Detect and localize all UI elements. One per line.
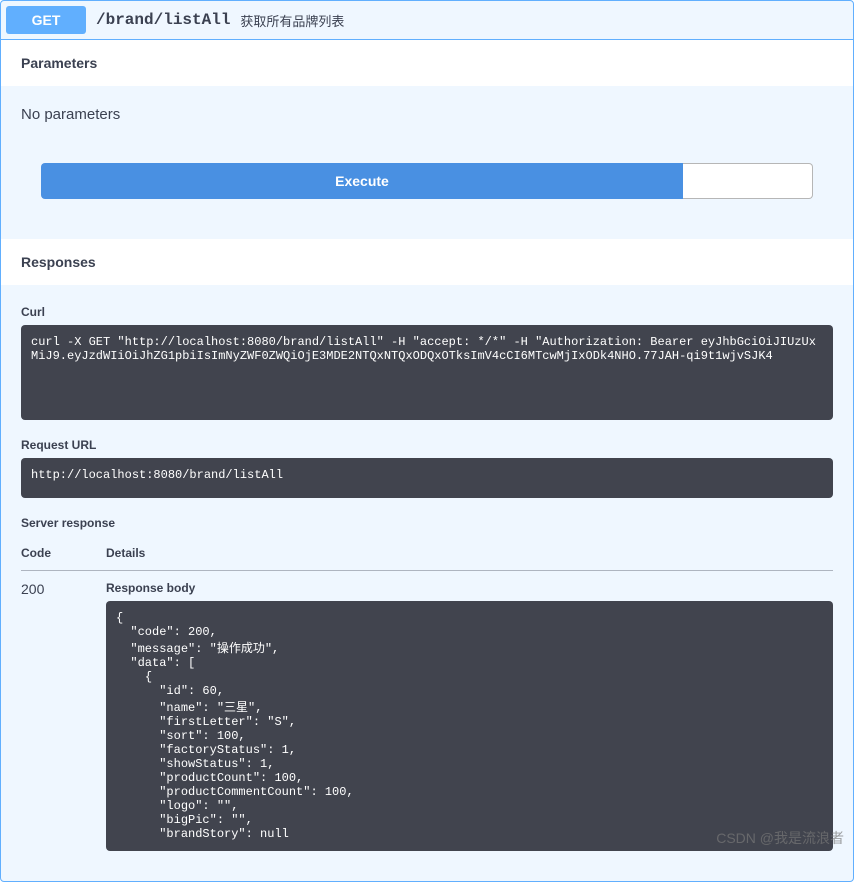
http-method-badge: GET [6,6,86,34]
parameters-title: Parameters [21,55,97,71]
response-body-label: Response body [106,581,833,595]
curl-label: Curl [21,305,833,319]
responses-header: Responses [1,239,853,285]
parameters-body: No parameters Execute [1,86,853,239]
no-parameters-text: No parameters [21,106,833,123]
operation-summary[interactable]: GET /brand/listAll 获取所有品牌列表 [1,1,853,40]
endpoint-path: /brand/listAll [86,11,240,29]
col-header-details: Details [106,536,833,571]
curl-section: Curl curl -X GET "http://localhost:8080/… [21,305,833,420]
operation-block: GET /brand/listAll 获取所有品牌列表 Parameters N… [0,0,854,882]
response-details-cell: Response body { "code": 200, "message": … [106,571,833,862]
clear-button[interactable] [683,163,813,199]
execute-button[interactable]: Execute [41,163,683,199]
curl-command[interactable]: curl -X GET "http://localhost:8080/brand… [21,325,833,420]
col-header-code: Code [21,536,106,571]
responses-inner: Curl curl -X GET "http://localhost:8080/… [1,285,853,881]
responses-title: Responses [21,254,96,270]
response-table: Code Details 200 Response body { "code":… [21,536,833,861]
request-url-section: Request URL http://localhost:8080/brand/… [21,438,833,498]
response-body[interactable]: { "code": 200, "message": "操作成功", "data"… [106,601,833,851]
endpoint-description: 获取所有品牌列表 [240,11,344,30]
execute-wrapper: Execute [21,163,833,219]
request-url-label: Request URL [21,438,833,452]
parameters-header: Parameters [1,40,853,86]
status-code: 200 [21,571,106,862]
server-response-label: Server response [21,516,833,530]
table-row: 200 Response body { "code": 200, "messag… [21,571,833,862]
request-url-value[interactable]: http://localhost:8080/brand/listAll [21,458,833,498]
